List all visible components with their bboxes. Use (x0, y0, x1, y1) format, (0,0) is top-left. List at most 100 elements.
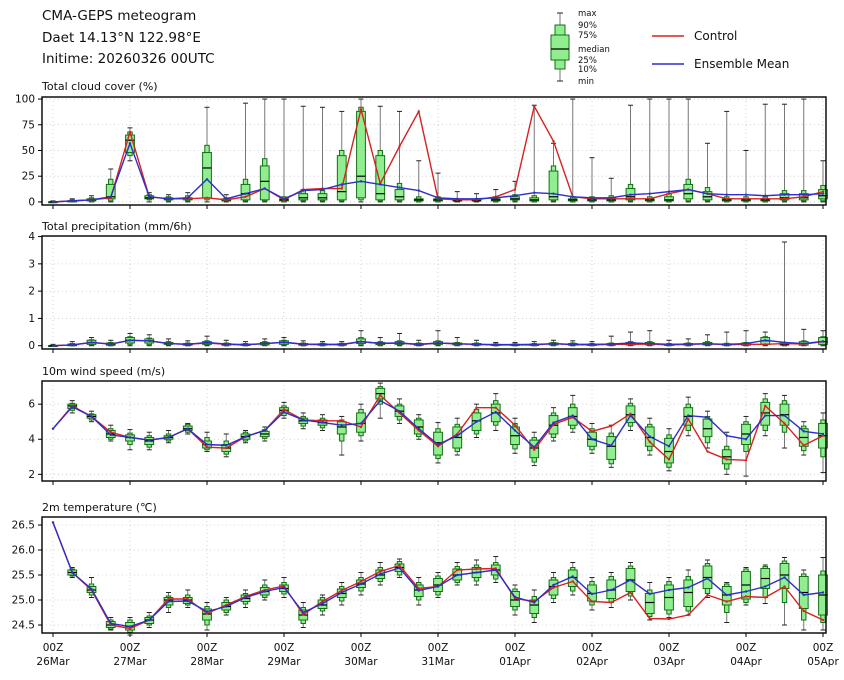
ensemble-mean-marker (494, 343, 497, 346)
control-marker (513, 424, 517, 427)
box-25-75 (644, 593, 655, 614)
ensemble-mean-marker (456, 573, 459, 577)
ensemble-mean-marker (282, 410, 286, 414)
control-marker (610, 424, 613, 428)
control-marker (744, 197, 748, 201)
ensemble-mean-marker (263, 342, 266, 345)
ensemble-mean-marker (533, 343, 536, 346)
box-25-75 (702, 418, 713, 438)
control-marker (225, 446, 228, 450)
ensemble-mean-marker (302, 189, 305, 192)
ensemble-mean-marker (513, 595, 517, 599)
ensemble-mean-marker (764, 339, 767, 342)
ensemble-mean-marker (205, 341, 209, 344)
y-tick-label: 6 (28, 399, 35, 411)
y-tick-label: 26.0 (12, 545, 35, 557)
x-axis-label-day: 04Apr (730, 656, 762, 668)
legend-ensemble-label: Ensemble Mean (694, 57, 789, 71)
ensemble-mean-marker (340, 424, 343, 427)
control-marker (456, 568, 459, 572)
ensemble-mean-marker (148, 339, 151, 343)
ensemble-mean-marker (456, 434, 459, 437)
ensemble-mean-marker (321, 343, 324, 346)
control-marker (533, 105, 536, 108)
control-marker (359, 108, 363, 111)
ensemble-mean-marker (282, 197, 286, 201)
ensemble-mean-marker (533, 191, 536, 194)
control-marker (802, 444, 805, 447)
control-marker (340, 419, 343, 423)
ensemble-mean-marker (244, 596, 247, 599)
x-axis-label-utc: 00Z (197, 642, 218, 654)
ensemble-mean-marker (552, 192, 555, 195)
x-axis-label-utc: 00Z (274, 642, 295, 654)
ensemble-mean-marker (821, 192, 825, 195)
control-marker (821, 190, 825, 193)
ensemble-mean-marker (379, 342, 382, 345)
box-25-75 (336, 421, 347, 435)
ensemble-mean-marker (667, 445, 671, 448)
control-marker (533, 448, 536, 451)
x-axis-label-day: 01Apr (499, 656, 531, 668)
control-marker (398, 145, 401, 148)
ensemble-mean-marker (494, 196, 497, 199)
x-axis-label-utc: 00Z (582, 642, 603, 654)
control-marker (552, 140, 555, 143)
ensemble-mean-marker (263, 429, 266, 432)
control-marker (783, 197, 786, 201)
ensemble-mean-marker (167, 197, 170, 201)
control-marker (359, 425, 363, 429)
x-axis-label-day: 05Apr (807, 656, 839, 668)
legend-control-label: Control (694, 29, 737, 43)
ensemble-mean-marker (321, 188, 324, 191)
control-marker (821, 618, 825, 622)
ensemble-mean-marker (244, 435, 247, 438)
x-axis-label-day: 27Mar (113, 656, 147, 668)
ensemble-mean-marker (764, 585, 767, 588)
ensemble-mean-marker (783, 414, 786, 417)
ensemble-mean-marker (590, 592, 594, 596)
ensemble-mean-marker (359, 582, 363, 586)
ensemble-mean-marker (648, 592, 651, 596)
ensemble-mean-marker (186, 427, 189, 430)
ensemble-mean-marker (340, 591, 343, 594)
ensemble-mean-marker (398, 341, 401, 345)
panel-title-temp: 2m temperature (℃) (42, 501, 157, 514)
legend-box-label: 10% (578, 65, 597, 75)
ensemble-mean-marker (802, 430, 805, 433)
ensemble-mean-marker (398, 409, 401, 413)
ensemble-mean-marker (610, 444, 613, 447)
ensemble-mean-marker (186, 599, 189, 603)
ensemble-mean-marker (417, 589, 420, 592)
ensemble-mean-marker (321, 602, 324, 605)
y-tick-label: 26.5 (12, 520, 35, 532)
ensemble-mean-marker (456, 197, 459, 201)
ensemble-mean-marker (340, 343, 343, 346)
ensemble-mean-marker (475, 343, 478, 346)
ensemble-mean-marker (71, 199, 74, 203)
control-marker (205, 445, 209, 449)
control-marker (167, 597, 170, 601)
control-marker (667, 458, 671, 461)
control-marker (783, 585, 786, 588)
ensemble-mean-marker (802, 593, 805, 597)
ensemble-mean-marker (513, 343, 517, 346)
ensemble-mean-marker (667, 190, 671, 193)
control-marker (610, 601, 613, 604)
ensemble-mean-marker (687, 414, 690, 417)
ensemble-mean-marker (821, 432, 825, 436)
meteogram-chart: 0 25 50 75 100 0 1 2 3 4 2 4 6 24.5 25.0 25.5 26.0 26.5 00… (12, 9, 840, 668)
y-tick-label: 1 (28, 313, 35, 325)
ensemble-mean-marker (687, 586, 690, 589)
y-tick-label: 24.5 (12, 620, 35, 632)
ensemble-mean-marker (71, 405, 74, 408)
ensemble-mean-marker (610, 196, 613, 199)
box-25-75 (394, 189, 405, 201)
control-marker (764, 596, 767, 599)
ensemble-mean-marker (417, 427, 420, 430)
ensemble-mean-marker (494, 410, 497, 414)
y-tick-label: 0 (28, 196, 35, 208)
ensemble-mean-marker (552, 342, 555, 346)
y-tick-label: 4 (28, 231, 35, 243)
ensemble-mean-marker (263, 187, 266, 190)
